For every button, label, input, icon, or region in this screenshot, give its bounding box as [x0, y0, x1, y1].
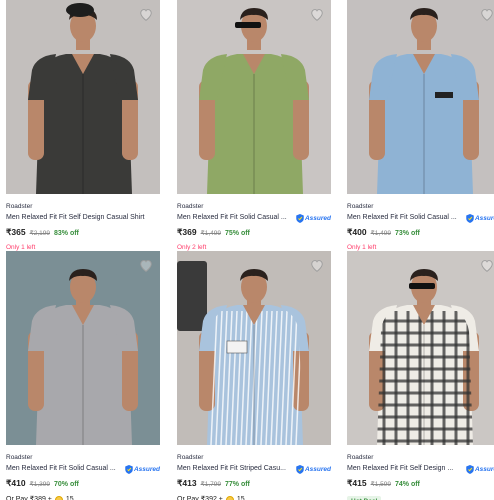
product-brand: Roadster [177, 454, 204, 461]
assured-label: Assured [474, 465, 494, 473]
product-name[interactable]: Men Relaxed Fit Fit Solid Casual ... [347, 213, 457, 223]
discount-percent: 75% off [225, 230, 250, 237]
shield-check-icon [466, 464, 474, 474]
selling-price: ₹415 [347, 478, 367, 488]
product-card[interactable]: Roadster Men Relaxed Fit Fit Self Design… [347, 251, 494, 500]
assured-label: Assured [474, 214, 494, 222]
price-row: ₹365 ₹2,199 83% off [6, 227, 160, 239]
original-price: ₹1,799 [200, 481, 221, 488]
assured-label: Assured [133, 465, 160, 473]
product-card[interactable]: Roadster Men Relaxed Fit Fit Self Design… [6, 0, 160, 252]
heart-icon[interactable] [139, 8, 153, 21]
product-card[interactable]: Roadster Men Relaxed Fit Fit Solid Casua… [347, 0, 494, 252]
shield-check-icon [296, 464, 304, 474]
product-name[interactable]: Men Relaxed Fit Fit Striped Casu... [177, 464, 286, 474]
original-price: ₹1,399 [29, 481, 50, 488]
assured-label: Assured [304, 465, 331, 473]
assured-badge: Assured [125, 464, 160, 474]
assured-badge: Assured [296, 464, 331, 474]
heart-icon[interactable] [139, 259, 153, 272]
heart-icon[interactable] [480, 8, 494, 21]
discount-percent: 73% off [395, 230, 420, 237]
or-pay-text: Or Pay ₹389 + [6, 496, 52, 500]
product-image-container[interactable] [6, 0, 160, 194]
product-image-container[interactable] [177, 0, 331, 194]
product-brand: Roadster [6, 454, 33, 461]
hot-deal-badge: Hot Deal [347, 496, 382, 500]
product-image[interactable] [177, 0, 331, 194]
coin-count: 15 [236, 496, 245, 500]
product-card[interactable]: Roadster Men Relaxed Fit Fit Striped Cas… [177, 251, 331, 500]
product-name-row: Men Relaxed Fit Fit Self Design Casual S… [6, 213, 160, 223]
product-name[interactable]: Men Relaxed Fit Fit Self Design Casual S… [6, 213, 145, 223]
product-card[interactable]: Roadster Men Relaxed Fit Fit Solid Casua… [177, 0, 331, 252]
product-image[interactable] [6, 0, 160, 194]
discount-percent: 70% off [54, 481, 79, 488]
discount-percent: 74% off [395, 481, 420, 488]
product-name-row: Men Relaxed Fit Fit Solid Casual ... Ass… [6, 464, 160, 474]
heart-icon[interactable] [480, 259, 494, 272]
discount-percent: 83% off [54, 230, 79, 237]
assured-badge: Assured [296, 213, 331, 223]
product-brand: Roadster [347, 203, 374, 210]
heart-icon[interactable] [310, 259, 324, 272]
selling-price: ₹413 [177, 478, 197, 488]
assured-label: Assured [304, 214, 331, 222]
supercoin-offer: Or Pay ₹392 + 15 [177, 495, 331, 500]
assured-badge: Assured [466, 213, 494, 223]
coin-count: 15 [65, 496, 74, 500]
shield-check-icon [466, 213, 474, 223]
product-name-row: Men Relaxed Fit Fit Striped Casu... Assu… [177, 464, 331, 474]
heart-icon[interactable] [310, 8, 324, 21]
price-row: ₹415 ₹1,599 74% off [347, 478, 494, 490]
product-name-row: Men Relaxed Fit Fit Solid Casual ... Ass… [177, 213, 331, 223]
supercoin-offer: Or Pay ₹389 + 15 [6, 495, 160, 500]
product-image-container[interactable] [347, 251, 494, 445]
original-price: ₹1,499 [200, 230, 221, 237]
product-card[interactable]: Roadster Men Relaxed Fit Fit Solid Casua… [6, 251, 160, 500]
price-row: ₹400 ₹1,499 73% off [347, 227, 494, 239]
product-name-row: Men Relaxed Fit Fit Self Design ... Assu… [347, 464, 494, 474]
supercoin-icon [225, 496, 234, 500]
product-image[interactable] [347, 251, 494, 445]
price-row: ₹410 ₹1,399 70% off [6, 478, 160, 490]
assured-badge: Assured [466, 464, 494, 474]
product-image-container[interactable] [347, 0, 494, 194]
product-image[interactable] [347, 0, 494, 194]
or-pay-text: Or Pay ₹392 + [177, 496, 223, 500]
product-brand: Roadster [347, 454, 374, 461]
product-image[interactable] [6, 251, 160, 445]
price-row: ₹369 ₹1,499 75% off [177, 227, 331, 239]
selling-price: ₹369 [177, 227, 197, 237]
selling-price: ₹365 [6, 227, 26, 237]
product-image-container[interactable] [6, 251, 160, 445]
product-brand: Roadster [6, 203, 33, 210]
product-name[interactable]: Men Relaxed Fit Fit Solid Casual ... [177, 213, 287, 223]
product-name[interactable]: Men Relaxed Fit Fit Self Design ... [347, 464, 453, 474]
product-brand: Roadster [177, 203, 204, 210]
product-image-container[interactable] [177, 251, 331, 445]
shield-check-icon [125, 464, 133, 474]
supercoin-icon [54, 496, 63, 500]
product-image[interactable] [177, 251, 331, 445]
product-name-row: Men Relaxed Fit Fit Solid Casual ... Ass… [347, 213, 494, 223]
selling-price: ₹400 [347, 227, 367, 237]
price-row: ₹413 ₹1,799 77% off [177, 478, 331, 490]
discount-percent: 77% off [225, 481, 250, 488]
original-price: ₹2,199 [29, 230, 50, 237]
product-name[interactable]: Men Relaxed Fit Fit Solid Casual ... [6, 464, 116, 474]
shield-check-icon [296, 213, 304, 223]
original-price: ₹1,499 [370, 230, 391, 237]
original-price: ₹1,599 [370, 481, 391, 488]
selling-price: ₹410 [6, 478, 26, 488]
